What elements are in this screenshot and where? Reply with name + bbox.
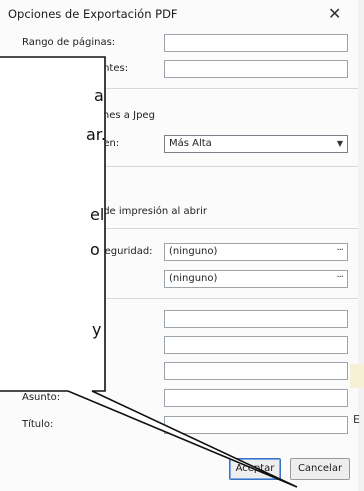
digital-signature-value: (ninguno) [169, 273, 218, 284]
page-range-label: Rango de páginas: [22, 37, 116, 48]
title-bar: Opciones de Exportación PDF ✕ [0, 0, 358, 28]
security-password-field[interactable]: (ninguno) ··· [164, 243, 348, 261]
callout-text-line: ar. [86, 125, 106, 144]
callout-text-line: a [94, 86, 104, 105]
compressed-checkbox[interactable]: Comprimido [22, 180, 83, 191]
background-highlight [350, 364, 364, 388]
image-quality-select[interactable]: Más Alta ▼ [164, 135, 348, 153]
callout-text-line: el [90, 205, 105, 224]
subject-input[interactable] [164, 389, 348, 407]
title-label: Título: [22, 419, 54, 430]
divider [18, 228, 358, 229]
chevron-down-icon: ▼ [336, 139, 343, 148]
security-password-value: (ninguno) [169, 246, 218, 257]
security-password-label: Contraseña de Seguridad: [22, 246, 153, 257]
cancel-button[interactable]: Cancelar [290, 458, 350, 480]
embed-fonts-label: Incrustar las fuentes: [22, 63, 129, 74]
doc-field-input[interactable] [164, 336, 348, 354]
doc-field-input[interactable] [164, 310, 348, 328]
digital-signature-label: Firma digital: [22, 273, 88, 284]
background-letter: E [353, 413, 360, 426]
embed-fonts-input[interactable] [164, 60, 348, 78]
divider [18, 298, 358, 299]
digital-signature-field[interactable]: (ninguno) ··· [164, 270, 348, 288]
callout-text-line: y [92, 320, 102, 339]
pdf-export-options-dialog: Opciones de Exportación PDF ✕ Rango de p… [0, 0, 359, 491]
subject-label: Asunto: [22, 392, 61, 403]
keywords-label: Palabras Clave: [22, 365, 99, 376]
keywords-input[interactable] [164, 362, 348, 380]
dialog-title: Opciones de Exportación PDF [8, 7, 178, 21]
page-range-input[interactable] [164, 34, 348, 52]
callout-text-line: o [90, 240, 100, 259]
divider [18, 88, 358, 89]
close-icon[interactable]: ✕ [328, 4, 341, 23]
title-input[interactable] [164, 416, 348, 434]
ellipsis-button[interactable]: ··· [336, 243, 343, 259]
divider [18, 166, 358, 167]
ok-button[interactable]: Aceptar [229, 458, 281, 480]
image-quality-value: Más Alta [169, 138, 212, 149]
convert-images-jpeg-checkbox[interactable]: Convertir Imágenes a Jpeg [22, 110, 155, 121]
show-print-dialog-checkbox[interactable]: Mostrar diálogo de impresión al abrir [22, 206, 207, 217]
ellipsis-button[interactable]: ··· [336, 270, 343, 286]
